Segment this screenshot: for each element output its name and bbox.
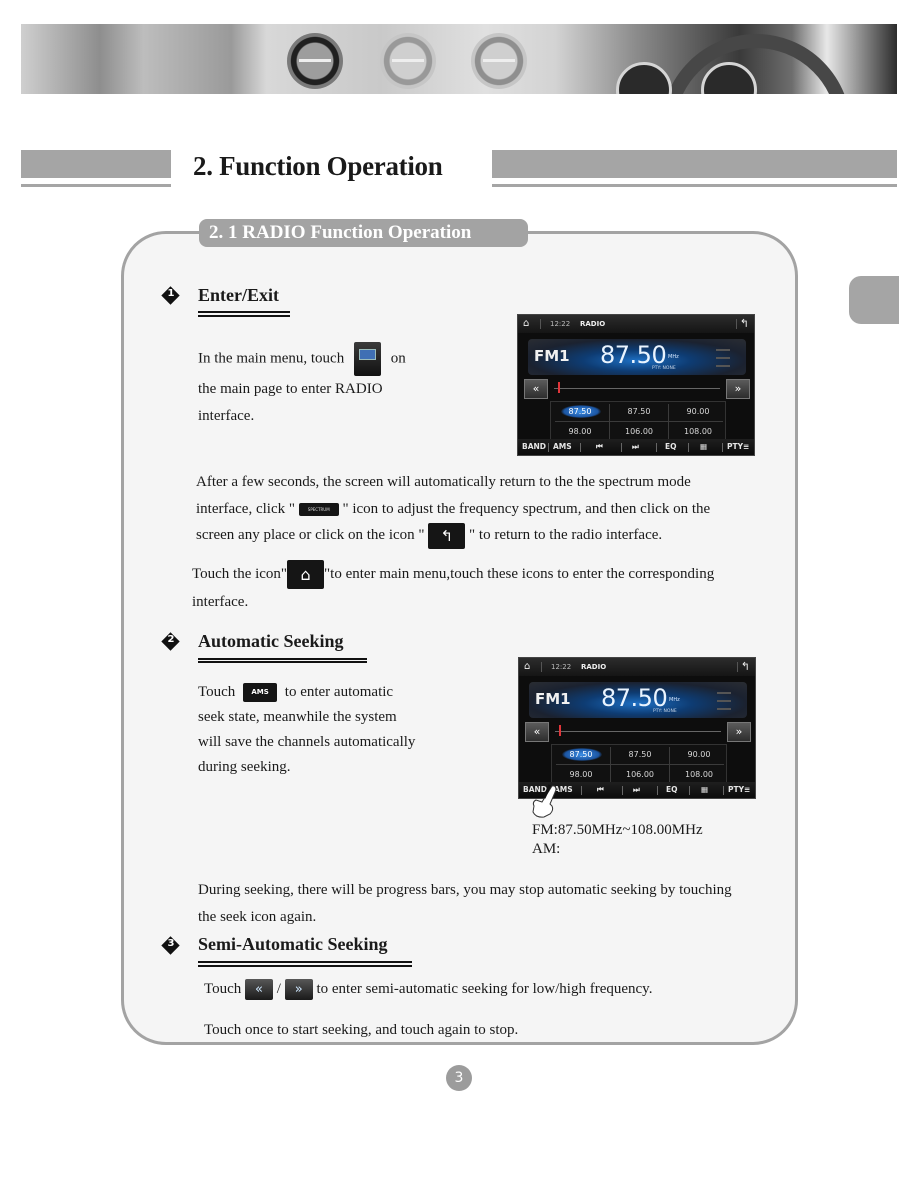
number-1-icon: 1 [161, 286, 180, 305]
heading-underline [198, 961, 412, 967]
am-range: AM: [532, 841, 561, 857]
back-icon: ↰ [428, 522, 466, 549]
header-banner-image [21, 24, 897, 94]
pointing-hand-icon [532, 784, 557, 818]
automatic-seeking-paragraph: Touch AMS to enter automatic seek state,… [198, 683, 416, 775]
header-rule-left [21, 184, 171, 187]
section-heading-enter-exit: Enter/Exit [198, 285, 279, 305]
header-bar-left [21, 150, 171, 178]
ams-icon: AMS [243, 683, 278, 703]
number-3-icon: 3 [161, 936, 180, 955]
fm-range: FM:87.50MHz~108.00MHz [532, 822, 703, 838]
section-heading-semi-automatic-seeking: Semi-Automatic Seeking [198, 934, 388, 954]
page-number: 3 [446, 1065, 472, 1091]
enter-exit-paragraph: In the main menu, touch on the main page… [198, 342, 406, 429]
header-bar-right [492, 150, 897, 178]
chapter-title: 2. Function Operation [193, 151, 443, 181]
spectrum-icon: SPECTRUM [298, 502, 339, 516]
back-icon: ↰ [740, 660, 750, 673]
progress-paragraph: During seeking, there will be progress b… [198, 882, 732, 925]
home-icon: ⌂ [523, 318, 530, 329]
back-icon: ↰ [739, 317, 749, 330]
radio-screen-screenshot: ⌂ 12:22 RADIO ↰ FM1 87.50 MHz PTY: NONE … [518, 657, 756, 799]
section-title-tab: 2. 1 RADIO Function Operation [199, 219, 528, 247]
seek-back-icon: « [524, 379, 548, 399]
number-2-icon: 2 [161, 632, 180, 651]
section-heading-automatic-seeking: Automatic Seeking [198, 631, 344, 651]
climate-knob-image [287, 33, 343, 89]
seek-forward-icon: » [726, 379, 750, 399]
seek-back-icon: « [245, 979, 274, 1001]
climate-knob-image [380, 33, 436, 89]
side-chapter-tab [849, 276, 899, 324]
home-icon: ⌂ [287, 560, 325, 589]
dashboard-gauge-image [616, 62, 672, 94]
home-icon: ⌂ [524, 661, 531, 672]
seek-forward-icon: » [284, 979, 313, 1001]
home-paragraph: Touch the icon" ⌂ "to enter main menu,touc… [192, 560, 714, 616]
radio-screen-screenshot: ⌂ 12:22 RADIO ↰ FM1 87.50 MHz PTY: NONE … [517, 314, 755, 456]
heading-underline [198, 311, 290, 317]
spectrum-paragraph: After a few seconds, the screen will aut… [196, 469, 710, 549]
header-rule-right [492, 184, 897, 187]
semi-automatic-line-1: Touch « / » to enter semi-automatic seek… [204, 976, 652, 1003]
heading-underline [198, 658, 367, 663]
climate-knob-image [471, 33, 527, 89]
semi-automatic-line-2: Touch once to start seeking, and touch a… [204, 1022, 519, 1038]
radio-app-icon [353, 342, 381, 376]
section-title: 2. 1 RADIO Function Operation [209, 222, 472, 243]
seek-forward-icon: » [727, 722, 751, 742]
seek-back-icon: « [525, 722, 549, 742]
